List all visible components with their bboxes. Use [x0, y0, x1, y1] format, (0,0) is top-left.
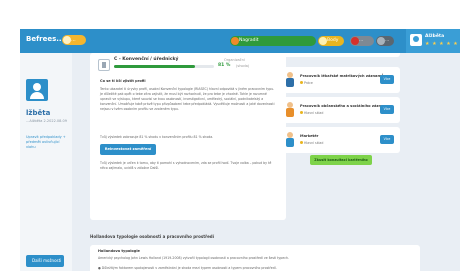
points-pill[interactable]: Body	[318, 36, 344, 46]
recommendation-more-button[interactable]: Více	[380, 105, 394, 114]
recommendation-title: Marketér	[300, 134, 319, 138]
profile-result-card: C - Konvenční / úřednický Organizační 81…	[90, 53, 286, 220]
match-percent-note: (shoda)	[236, 64, 250, 68]
user-name: Alžběta	[425, 34, 445, 39]
sidebar: lžběta ...Alžběta 2.2022.08.09 Upravit p…	[20, 53, 72, 271]
user-menu[interactable]: Alžběta ★ ★ ★ ★ ★	[406, 29, 460, 53]
profile-type: Organizační	[224, 58, 245, 62]
holland-bullet: ● Důležitým faktorem spokojenosti v zamě…	[98, 266, 277, 270]
recommendation-card[interactable]: Marketér Hlavní sklad Více	[280, 127, 400, 153]
match-percent: 81 %	[218, 63, 231, 68]
recommendation-subtitle: Práce	[300, 81, 313, 85]
profile-title: C - Konvenční / úřednický	[114, 57, 179, 62]
notification-icon	[351, 37, 359, 45]
app-window: Befrees... ... Nagradit Body ... ... Alž…	[20, 29, 460, 271]
sidebar-more-button[interactable]: Další možnosti	[26, 255, 64, 267]
recommendation-more-button[interactable]: Více	[380, 75, 394, 84]
recommendation-subtitle: Hlavní sklad	[300, 111, 323, 115]
holland-paragraph: Americký psycholog John Lewis Holland (1…	[98, 256, 290, 260]
points-pill-label: Body	[327, 38, 339, 43]
person-icon	[285, 102, 295, 118]
sidebar-user-meta: ...Alžběta 2.2022.08.09	[26, 119, 67, 123]
profile-footnote: Tvůj výsledek je určen k tomu, aby ti po…	[100, 161, 272, 170]
settings-pill[interactable]: ...	[376, 36, 394, 46]
coin-icon	[63, 36, 71, 44]
brand-badge[interactable]: ...	[62, 35, 86, 45]
sidebar-user-name: lžběta	[26, 109, 51, 117]
avatar	[410, 34, 422, 46]
reward-pill[interactable]: Nagradit	[230, 36, 316, 46]
person-icon	[285, 72, 295, 88]
recommendation-card[interactable]: Pracovník lékařské matrikových záznamů P…	[280, 67, 400, 93]
top-bar: Befrees... ... Nagradit Body ... ... Alž…	[20, 29, 460, 53]
holland-info-card: Hollandova typologie Americký psycholog …	[90, 245, 420, 271]
recommendation-title: Pracovník občanského a sociálního záznam…	[300, 104, 390, 108]
reinvest-button[interactable]: Reinvestovat zaměření	[100, 144, 156, 155]
profile-description: Tento ukazatel ti úryvky profil, osobní …	[100, 87, 275, 111]
notifications-pill[interactable]: ...	[350, 36, 374, 46]
document-icon	[98, 59, 110, 71]
recommendations-top-strip	[280, 53, 400, 57]
recommendation-subtitle: Hlavní sklad	[300, 141, 323, 145]
recommendation-title: Pracovník lékařské matrikových záznamů	[300, 74, 384, 78]
section-heading: Co se ti líčí zjistit profil	[100, 79, 146, 83]
sidebar-edit-link[interactable]: Upravit předpoklady + předmět ovlivňujíc…	[26, 135, 70, 150]
match-progress-bar	[114, 65, 214, 68]
gear-icon	[377, 37, 385, 45]
profile-avatar-icon	[26, 79, 48, 101]
match-progress-fill	[114, 65, 195, 68]
brand-title[interactable]: Befrees...	[26, 35, 64, 43]
user-rating-stars: ★ ★ ★ ★ ★	[425, 41, 459, 47]
career-consultation-button[interactable]: Zkusit konzultaci kariérního	[310, 155, 372, 165]
brand-badge-label: ...	[71, 37, 76, 43]
page: Befrees... ... Nagradit Body ... ... Alž…	[0, 0, 470, 273]
holland-subheading: Hollandova typologie	[98, 249, 140, 253]
reward-pill-label: Nagradit	[239, 38, 259, 43]
star-icon	[319, 37, 327, 45]
recommendation-more-button[interactable]: Více	[380, 135, 394, 144]
profile-match-note: Tvůj výsledek zobrazuje 81 % shodu v kon…	[100, 135, 214, 139]
person-icon	[285, 132, 295, 148]
notifications-pill-label: ...	[359, 38, 364, 43]
settings-pill-label: ...	[385, 38, 390, 43]
medal-icon	[231, 37, 239, 45]
recommendation-card[interactable]: Pracovník občanského a sociálního záznam…	[280, 97, 400, 123]
holland-section-heading: Hollandova typologie osobnosti a pracovn…	[90, 234, 215, 239]
